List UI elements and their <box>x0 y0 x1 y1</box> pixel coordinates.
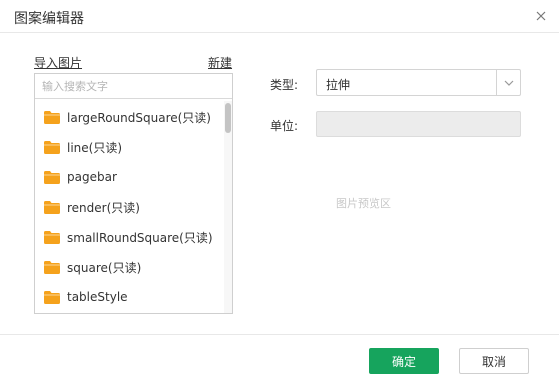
folder-icon <box>44 140 60 154</box>
pattern-editor-dialog: 图案编辑器 导入图片 新建 largeRoundSquare(只读) line(… <box>0 0 559 385</box>
list-scrollbar[interactable] <box>224 101 232 313</box>
dialog-title: 图案编辑器 <box>14 11 84 27</box>
folder-icon <box>44 230 60 244</box>
dropdown-toggle[interactable] <box>496 70 520 95</box>
close-button[interactable] <box>531 6 551 26</box>
image-preview-placeholder: 图片预览区 <box>336 197 391 210</box>
type-select-value: 拉伸 <box>326 78 351 92</box>
search-box <box>35 74 232 99</box>
list-item[interactable]: render(只读) <box>35 192 224 222</box>
dialog-header: 图案编辑器 <box>0 0 559 33</box>
list-item[interactable]: square(只读) <box>35 252 224 282</box>
list-item[interactable]: smallRoundSquare(只读) <box>35 222 224 252</box>
list-item[interactable]: line(只读) <box>35 132 224 162</box>
list-item-label: tableStyle <box>67 290 128 304</box>
scrollbar-thumb[interactable] <box>225 103 231 133</box>
ok-button[interactable]: 确定 <box>369 348 439 374</box>
list-item-label: render(只读) <box>67 200 140 215</box>
list-item-label: pagebar <box>67 170 117 184</box>
folder-icon <box>44 260 60 274</box>
list-item-label: square(只读) <box>67 260 142 275</box>
list-item[interactable]: largeRoundSquare(只读) <box>35 102 224 132</box>
folder-icon <box>44 110 60 124</box>
list-item-label: largeRoundSquare(只读) <box>67 110 211 125</box>
list-item[interactable]: tableStyle <box>35 282 224 312</box>
type-label: 类型: <box>270 78 299 92</box>
unit-field[interactable] <box>316 111 521 137</box>
close-icon <box>536 11 546 21</box>
list-item-label: line(只读) <box>67 140 123 155</box>
type-select[interactable]: 拉伸 <box>316 69 521 96</box>
list-item-label: smallRoundSquare(只读) <box>67 230 213 245</box>
list-item[interactable]: pagebar <box>35 162 224 192</box>
folder-icon <box>44 290 60 304</box>
unit-label: 单位: <box>270 119 299 133</box>
cancel-button[interactable]: 取消 <box>459 348 529 374</box>
dialog-footer: 确定 取消 <box>0 334 559 385</box>
folder-icon <box>44 170 60 184</box>
new-link[interactable]: 新建 <box>208 54 232 71</box>
search-input[interactable] <box>35 74 232 98</box>
import-image-link[interactable]: 导入图片 <box>34 54 82 71</box>
folder-icon <box>44 200 60 214</box>
pattern-list: largeRoundSquare(只读) line(只读) pagebar re… <box>35 102 224 313</box>
chevron-down-icon <box>504 80 513 86</box>
pattern-list-panel: largeRoundSquare(只读) line(只读) pagebar re… <box>34 73 233 314</box>
